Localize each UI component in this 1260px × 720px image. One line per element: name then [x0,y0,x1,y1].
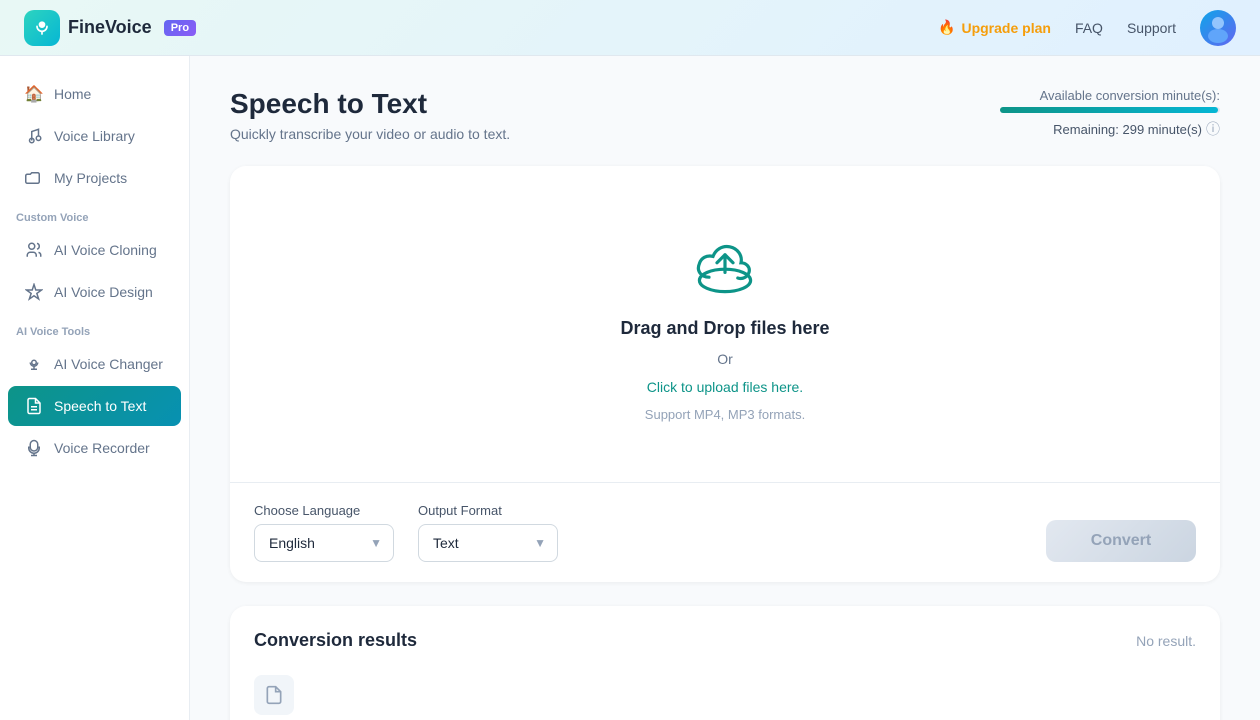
header-nav: 🔥 Upgrade plan FAQ Support [938,10,1236,46]
format-select-wrapper: Text SRT VTT ▼ [418,524,558,562]
folder-icon [24,168,44,188]
sidebar-item-ai-voice-changer[interactable]: AI Voice Changer [8,344,181,384]
upload-zone[interactable]: Drag and Drop files here Or Click to upl… [230,166,1220,483]
recorder-icon [24,438,44,458]
no-result-text: No result. [1136,633,1196,649]
info-icon[interactable]: ⓘ [1206,119,1220,139]
language-select-wrapper: English Spanish French German Chinese Ja… [254,524,394,562]
sidebar-item-my-projects[interactable]: My Projects [8,158,181,198]
sidebar-item-speech-to-text[interactable]: Speech to Text [8,386,181,426]
cloning-icon [24,240,44,260]
user-avatar[interactable] [1200,10,1236,46]
main-content: Speech to Text Quickly transcribe your v… [190,56,1260,720]
custom-voice-section-label: Custom Voice [0,200,189,228]
results-placeholder [254,667,1196,720]
minutes-info: Available conversion minute(s): Remainin… [1000,88,1220,139]
drag-drop-text: Drag and Drop files here [620,318,829,339]
changer-icon [24,354,44,374]
page-title: Speech to Text [230,88,510,120]
result-icon-placeholder [254,675,294,715]
sidebar-item-voice-recorder[interactable]: Voice Recorder [8,428,181,468]
upload-card: Drag and Drop files here Or Click to upl… [230,166,1220,582]
faq-button[interactable]: FAQ [1075,20,1103,36]
app-header: FineVoice Pro 🔥 Upgrade plan FAQ Support [0,0,1260,56]
logo: FineVoice Pro [24,10,196,46]
minutes-remaining-label: Remaining: 299 minute(s) ⓘ [1000,119,1220,139]
minutes-available-label: Available conversion minute(s): [1000,88,1220,103]
format-control: Output Format Text SRT VTT ▼ [418,503,558,562]
results-section: Conversion results No result. [230,606,1220,720]
support-formats-text: Support MP4, MP3 formats. [645,407,805,422]
results-title: Conversion results [254,630,417,651]
sidebar-item-ai-voice-design[interactable]: AI Voice Design [8,272,181,312]
music-icon [24,126,44,146]
convert-button[interactable]: Convert [1046,520,1196,562]
pro-badge: Pro [164,20,196,36]
home-icon: 🏠 [24,84,44,104]
fire-icon: 🔥 [938,19,955,36]
support-button[interactable]: Support [1127,20,1176,36]
sidebar-item-voice-library[interactable]: Voice Library [8,116,181,156]
minutes-bar-container [1000,107,1220,113]
page-title-group: Speech to Text Quickly transcribe your v… [230,88,510,142]
language-label: Choose Language [254,503,394,518]
results-header: Conversion results No result. [254,630,1196,651]
sidebar-item-ai-voice-cloning[interactable]: AI Voice Cloning [8,230,181,270]
language-select[interactable]: English Spanish French German Chinese Ja… [254,524,394,562]
page-header: Speech to Text Quickly transcribe your v… [230,88,1220,142]
upload-cloud-icon [685,226,765,306]
controls-row: Choose Language English Spanish French G… [230,483,1220,582]
sidebar: 🏠 Home Voice Library My Projects Custom … [0,56,190,720]
ai-tools-section-label: AI Voice Tools [0,314,189,342]
language-control: Choose Language English Spanish French G… [254,503,394,562]
page-subtitle: Quickly transcribe your video or audio t… [230,126,510,142]
sidebar-item-home[interactable]: 🏠 Home [8,74,181,114]
design-icon [24,282,44,302]
click-upload-link[interactable]: Click to upload files here. [647,379,803,395]
minutes-bar [1000,107,1218,113]
logo-icon [24,10,60,46]
upgrade-button[interactable]: 🔥 Upgrade plan [938,19,1051,36]
logo-text: FineVoice [68,17,152,38]
format-label: Output Format [418,503,558,518]
or-text: Or [717,351,733,367]
speech-icon [24,396,44,416]
format-select[interactable]: Text SRT VTT [418,524,558,562]
